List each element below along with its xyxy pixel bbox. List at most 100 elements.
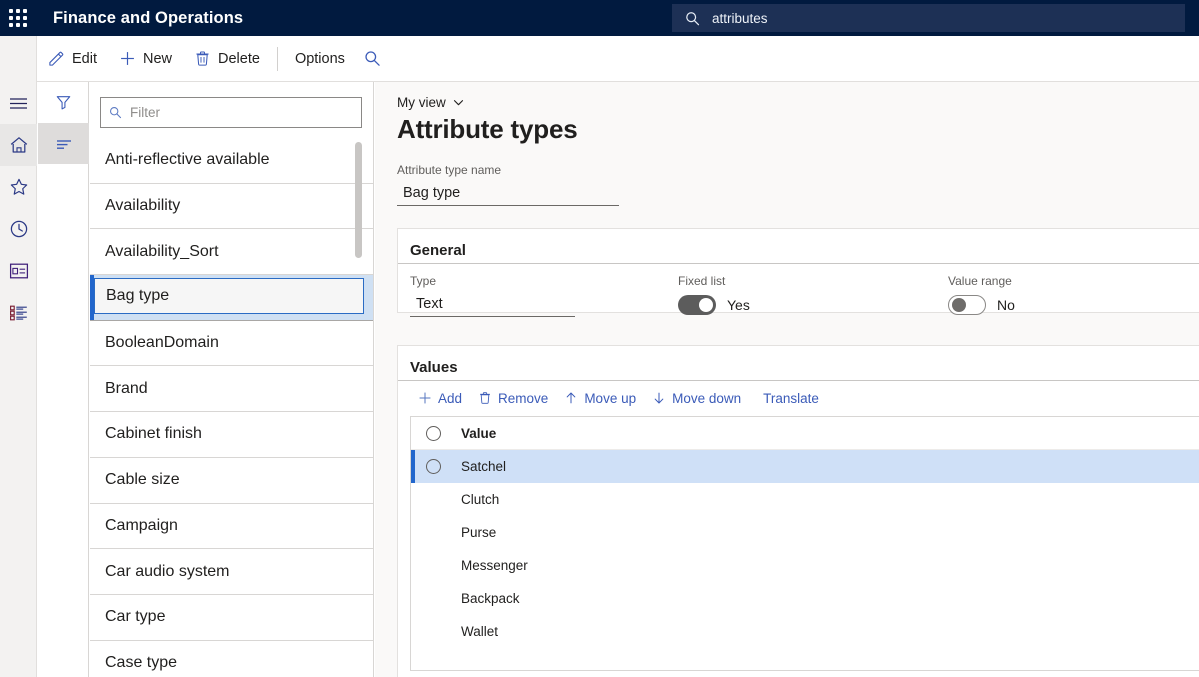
- table-row[interactable]: Messenger: [411, 549, 1199, 582]
- list-item-label: Cabinet finish: [105, 425, 202, 443]
- plus-icon: [418, 391, 432, 405]
- list-item-label: Case type: [105, 654, 177, 672]
- delete-button[interactable]: Delete: [183, 36, 271, 82]
- sidebar-item-modules[interactable]: [0, 292, 37, 334]
- row-select-radio[interactable]: [411, 459, 456, 474]
- table-row[interactable]: Clutch: [411, 483, 1199, 516]
- toolbar-search-button[interactable]: [356, 36, 390, 82]
- list-item[interactable]: Availability_Sort: [90, 229, 374, 275]
- list-item-label: Availability: [105, 197, 180, 215]
- list-item-selected[interactable]: Bag type: [90, 275, 374, 321]
- trash-icon: [478, 391, 492, 405]
- list-item[interactable]: Anti-reflective available: [90, 138, 374, 184]
- list-item[interactable]: Cable size: [90, 458, 374, 504]
- values-toolbar: Add Remove Move up: [398, 381, 827, 415]
- options-button[interactable]: Options: [284, 36, 356, 82]
- value-cell: Satchel: [456, 459, 506, 474]
- general-section-divider: [398, 263, 1199, 264]
- view-selector[interactable]: My view: [397, 95, 464, 110]
- list-item[interactable]: Car audio system: [90, 549, 374, 595]
- value-cell: Clutch: [456, 492, 499, 507]
- table-row[interactable]: Backpack: [411, 582, 1199, 615]
- list-item-label: Cable size: [105, 471, 180, 489]
- value-cell: Backpack: [456, 591, 520, 606]
- value-range-field: Value range No: [948, 274, 1015, 315]
- trash-icon: [194, 50, 211, 67]
- star-icon: [9, 177, 29, 197]
- list-item-label: Car type: [105, 608, 165, 626]
- list-item[interactable]: Availability: [90, 184, 374, 230]
- values-column-header: Value: [456, 426, 496, 441]
- table-row[interactable]: Wallet: [411, 615, 1199, 648]
- toolbar-separator: [277, 47, 278, 71]
- fixed-list-toggle[interactable]: [678, 295, 716, 315]
- remove-value-button[interactable]: Remove: [470, 381, 556, 415]
- move-down-button[interactable]: Move down: [644, 381, 749, 415]
- hamburger-icon[interactable]: [0, 82, 37, 124]
- value-cell: Purse: [456, 525, 496, 540]
- move-up-button[interactable]: Move up: [556, 381, 644, 415]
- page-title: Attribute types: [397, 114, 577, 145]
- home-icon: [9, 135, 29, 155]
- fixed-list-state: Yes: [727, 297, 750, 313]
- value-range-toggle[interactable]: [948, 295, 986, 315]
- sidebar-item-workspaces[interactable]: [0, 250, 37, 292]
- list-item[interactable]: Campaign: [90, 504, 374, 550]
- value-cell: Wallet: [456, 624, 498, 639]
- type-field-input[interactable]: Text: [410, 292, 575, 317]
- filter-input-placeholder: Filter: [130, 105, 160, 120]
- attribute-type-name-value: Bag type: [403, 185, 460, 201]
- list-item[interactable]: Case type: [90, 641, 374, 677]
- app-header: Finance and Operations attributes: [0, 0, 1199, 36]
- value-cell: Messenger: [456, 558, 528, 573]
- list-item-label: Brand: [105, 380, 148, 398]
- filter-rail: [38, 82, 89, 677]
- fixed-list-label: Fixed list: [678, 274, 750, 288]
- translate-label: Translate: [763, 391, 819, 406]
- attribute-type-list: Anti-reflective available Availability A…: [90, 138, 374, 677]
- attribute-type-name-input[interactable]: Bag type: [397, 180, 619, 206]
- chevron-down-icon: [453, 97, 464, 108]
- waffle-grid-icon[interactable]: [0, 0, 36, 36]
- global-search-input[interactable]: attributes: [672, 4, 1185, 32]
- new-button-label: New: [143, 51, 172, 67]
- filter-input[interactable]: Filter: [100, 97, 362, 128]
- translate-button[interactable]: Translate: [755, 381, 827, 415]
- app-title: Finance and Operations: [53, 9, 243, 28]
- list-item[interactable]: BooleanDomain: [90, 321, 374, 367]
- values-grid-header-row: Value: [411, 417, 1199, 450]
- values-section-title: Values: [398, 346, 1199, 376]
- sidebar-item-favorites[interactable]: [0, 166, 37, 208]
- sort-lines-icon[interactable]: [38, 123, 89, 164]
- sidebar-item-recent[interactable]: [0, 208, 37, 250]
- list-item-label: Availability_Sort: [105, 243, 219, 261]
- filter-funnel-icon[interactable]: [38, 82, 89, 123]
- list-item-focus-outline: Bag type: [94, 278, 364, 314]
- add-value-button[interactable]: Add: [410, 381, 470, 415]
- list-item[interactable]: Cabinet finish: [90, 412, 374, 458]
- edit-button-label: Edit: [72, 51, 97, 67]
- list-item[interactable]: Brand: [90, 366, 374, 412]
- list-item-label: Anti-reflective available: [105, 151, 270, 169]
- list-scrollbar-thumb[interactable]: [355, 142, 362, 258]
- sidebar-item-home[interactable]: [0, 124, 37, 166]
- remove-value-label: Remove: [498, 391, 548, 406]
- list-icon: [9, 304, 29, 322]
- table-row[interactable]: Purse: [411, 516, 1199, 549]
- new-button[interactable]: New: [108, 36, 183, 82]
- options-button-label: Options: [295, 51, 345, 67]
- attribute-type-name-label: Attribute type name: [397, 163, 501, 177]
- action-pane: Edit New Delete Options: [0, 36, 1199, 82]
- search-icon: [109, 106, 122, 119]
- fixed-list-field: Fixed list Yes: [678, 274, 750, 315]
- content-area: My view Attribute types Attribute type n…: [375, 82, 1199, 677]
- list-item[interactable]: Car type: [90, 595, 374, 641]
- move-down-label: Move down: [672, 391, 741, 406]
- action-pane-rail-spacer: [0, 36, 37, 82]
- clock-icon: [9, 219, 29, 239]
- edit-button[interactable]: Edit: [37, 36, 108, 82]
- value-range-state: No: [997, 297, 1015, 313]
- table-row[interactable]: Satchel: [411, 450, 1199, 483]
- select-all-radio[interactable]: [411, 426, 456, 441]
- list-item-label: Car audio system: [105, 563, 230, 581]
